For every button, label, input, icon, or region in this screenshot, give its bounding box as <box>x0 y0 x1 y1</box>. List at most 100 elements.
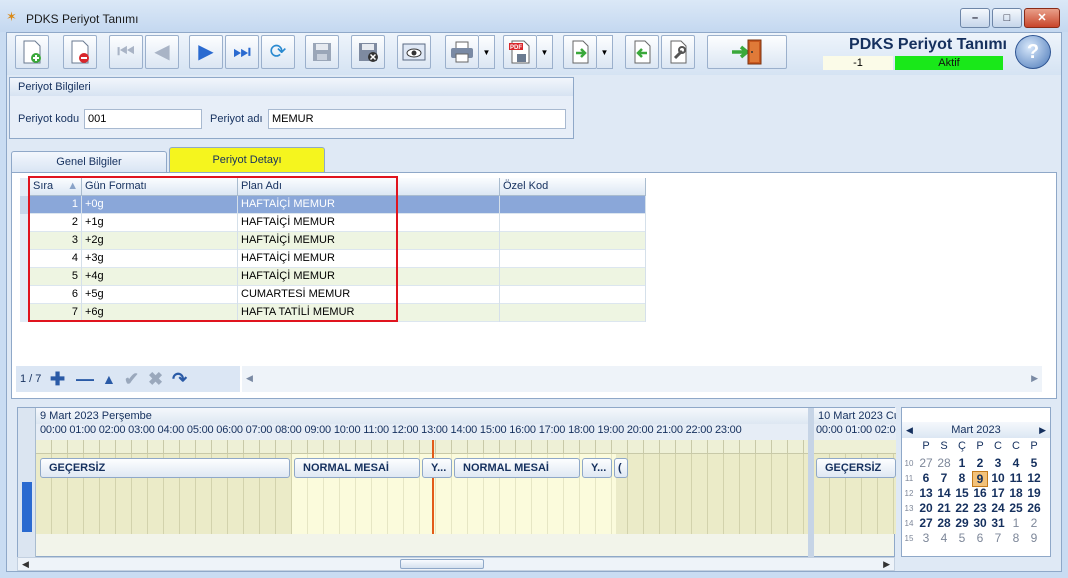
next-record-icon[interactable]: ▶ <box>189 35 223 69</box>
shift-bar[interactable]: Y... <box>422 458 452 478</box>
move-up-icon[interactable]: ▲ <box>102 369 116 389</box>
shift-bar[interactable]: NORMAL MESAİ <box>454 458 580 478</box>
maximize-button[interactable]: □ <box>992 8 1022 28</box>
calendar-day[interactable]: 7 <box>990 531 1006 545</box>
remove-icon[interactable]: — <box>76 369 94 389</box>
calendar-day[interactable]: 2 <box>1026 516 1042 530</box>
calendar-day[interactable]: 21 <box>936 501 952 515</box>
last-record-icon[interactable]: ⏭ <box>225 35 259 69</box>
calendar-day[interactable]: 3 <box>918 531 934 545</box>
post-icon[interactable]: ✔ <box>124 369 139 389</box>
calendar-day[interactable]: 9 <box>1026 531 1042 545</box>
calendar-day[interactable]: 5 <box>1026 456 1042 470</box>
calendar-day[interactable]: 29 <box>954 516 970 530</box>
refresh-grid-icon[interactable]: ↷ <box>172 369 187 389</box>
calendar-day[interactable]: 12 <box>1026 471 1042 485</box>
calendar-day[interactable]: 24 <box>990 501 1006 515</box>
calendar-day[interactable]: 9 <box>972 471 988 487</box>
calendar-day[interactable]: 14 <box>936 486 952 500</box>
cancel-icon[interactable]: ✖ <box>148 369 163 389</box>
prev-month-icon[interactable]: ◀ <box>906 422 913 438</box>
period-code-input[interactable] <box>84 109 202 129</box>
scroll-left-arrow-icon[interactable]: ◀ <box>22 559 29 570</box>
week-number: 15 <box>904 534 914 543</box>
calendar-day[interactable]: 11 <box>1008 471 1024 485</box>
first-record-icon[interactable]: ⏮ <box>109 35 143 69</box>
calendar-day[interactable]: 1 <box>954 456 970 470</box>
client-area: ⏮ ◀ ▶ ⏭ ⟳ ▼ PDF ▼ ▼ PDKS Periyot Tanımı … <box>6 32 1062 572</box>
calendar-day[interactable]: 3 <box>990 456 1006 470</box>
calendar-day[interactable]: 8 <box>954 471 970 485</box>
calendar-day[interactable]: 27 <box>918 456 934 470</box>
calendar-day[interactable]: 31 <box>990 516 1006 530</box>
weekday-label: Ç <box>958 440 966 452</box>
calendar-day[interactable]: 20 <box>918 501 934 515</box>
previous-record-icon[interactable]: ◀ <box>145 35 179 69</box>
calendar-day[interactable]: 28 <box>936 516 952 530</box>
calendar-day[interactable]: 23 <box>972 501 988 515</box>
calendar-header: ◀ Mart 2023 ▶ <box>902 422 1050 438</box>
import-icon[interactable] <box>625 35 659 69</box>
cancel-save-icon[interactable] <box>351 35 385 69</box>
export-icon[interactable] <box>563 35 597 69</box>
calendar-day[interactable]: 30 <box>972 516 988 530</box>
scroll-thumb[interactable] <box>400 559 484 569</box>
scroll-right-arrow-icon[interactable]: ▶ <box>1031 373 1038 384</box>
period-name-label: Periyot adı <box>210 113 263 125</box>
refresh-icon[interactable]: ⟳ <box>261 35 295 69</box>
export-dropdown-arrow[interactable]: ▼ <box>597 35 613 69</box>
calendar-day[interactable]: 1 <box>1008 516 1024 530</box>
current-time-line <box>432 440 434 534</box>
column-header-ozel-kod[interactable]: Özel Kod <box>500 178 646 196</box>
calendar-day[interactable]: 7 <box>936 471 952 485</box>
scroll-left-arrow-icon[interactable]: ◀ <box>246 373 253 384</box>
calendar-day[interactable]: 6 <box>918 471 934 485</box>
pdf-export-icon[interactable]: PDF <box>503 35 537 69</box>
tab-genel-bilgiler[interactable]: Genel Bilgiler <box>11 151 167 173</box>
calendar-day[interactable]: 28 <box>936 456 952 470</box>
next-month-icon[interactable]: ▶ <box>1039 422 1046 438</box>
calendar-day[interactable]: 18 <box>1008 486 1024 500</box>
calendar-day[interactable]: 22 <box>954 501 970 515</box>
shift-bar[interactable]: GEÇERSİZ <box>816 458 896 478</box>
close-button[interactable]: ✕ <box>1024 8 1060 28</box>
save-icon[interactable] <box>305 35 339 69</box>
schedule-horizontal-scrollbar[interactable]: ◀ ▶ <box>17 557 895 571</box>
period-name-input[interactable] <box>268 109 566 129</box>
calendar-day[interactable]: 13 <box>918 486 934 500</box>
weekday-label: S <box>940 440 948 452</box>
calendar-day[interactable]: 27 <box>918 516 934 530</box>
shift-bar[interactable]: GEÇERSİZ <box>40 458 290 478</box>
calendar-day[interactable]: 19 <box>1026 486 1042 500</box>
calendar-day[interactable]: 8 <box>1008 531 1024 545</box>
calendar-day[interactable]: 4 <box>1008 456 1024 470</box>
shift-bar[interactable]: NORMAL MESAİ <box>294 458 420 478</box>
preview-icon[interactable] <box>397 35 431 69</box>
new-icon[interactable] <box>15 35 49 69</box>
tab-periyot-detayi[interactable]: Periyot Detayı <box>169 147 325 173</box>
calendar-day[interactable]: 2 <box>972 456 988 470</box>
calendar-day[interactable]: 6 <box>972 531 988 545</box>
calendar-day[interactable]: 16 <box>972 486 988 500</box>
schedule-view: 9 Mart 2023 Perşembe 00:00 01:00 02:00 0… <box>17 407 896 558</box>
scroll-right-arrow-icon[interactable]: ▶ <box>883 559 890 570</box>
calendar-day[interactable]: 10 <box>990 471 1006 485</box>
exit-icon[interactable] <box>707 35 787 69</box>
calendar-day[interactable]: 15 <box>954 486 970 500</box>
minimize-button[interactable]: – <box>960 8 990 28</box>
calendar-day[interactable]: 4 <box>936 531 952 545</box>
calendar-day[interactable]: 5 <box>954 531 970 545</box>
calendar-day[interactable]: 25 <box>1008 501 1024 515</box>
print-dropdown-arrow[interactable]: ▼ <box>479 35 495 69</box>
pdf-dropdown-arrow[interactable]: ▼ <box>537 35 553 69</box>
help-button[interactable]: ? <box>1015 35 1051 69</box>
print-icon[interactable] <box>445 35 479 69</box>
delete-icon[interactable] <box>63 35 97 69</box>
shift-bar[interactable]: ( <box>614 458 628 478</box>
grid-horizontal-scrollbar[interactable]: ◀ ▶ <box>242 366 1042 392</box>
calendar-day[interactable]: 26 <box>1026 501 1042 515</box>
calendar-day[interactable]: 17 <box>990 486 1006 500</box>
append-icon[interactable]: ✚ <box>50 369 65 389</box>
shift-bar[interactable]: Y... <box>582 458 612 478</box>
tools-icon[interactable] <box>661 35 695 69</box>
